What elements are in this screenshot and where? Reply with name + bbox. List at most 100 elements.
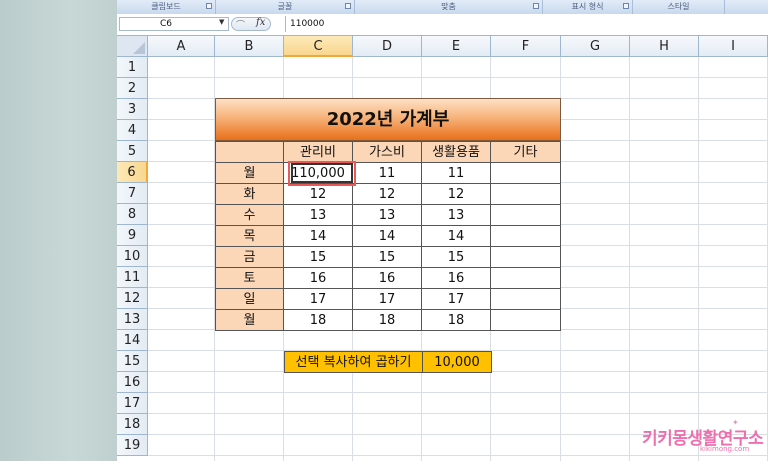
- header-cell[interactable]: 기타: [490, 141, 561, 163]
- value-cell[interactable]: 13: [421, 204, 491, 226]
- day-cell[interactable]: 금: [215, 246, 284, 268]
- dialog-launcher-icon[interactable]: [345, 3, 351, 9]
- column-header-a[interactable]: A: [148, 36, 215, 57]
- value-cell[interactable]: 15: [283, 246, 353, 268]
- value-cell[interactable]: 13: [283, 204, 353, 226]
- row-header-14[interactable]: 14: [117, 330, 148, 351]
- day-cell[interactable]: 화: [215, 183, 284, 205]
- ribbon-group-clipboard[interactable]: 클립보드: [117, 0, 216, 14]
- row-header-17[interactable]: 17: [117, 393, 148, 414]
- day-cell[interactable]: 토: [215, 267, 284, 289]
- value-cell[interactable]: 12: [421, 183, 491, 205]
- row-header-19[interactable]: 19: [117, 435, 148, 456]
- column-header-f[interactable]: F: [491, 36, 561, 57]
- ribbon-group-bar: 클립보드 글꼴 맞춤 표시 형식 스타일: [117, 0, 768, 15]
- brand-url: kikimong.com: [700, 445, 750, 453]
- row-header-15[interactable]: 15: [117, 351, 148, 372]
- table-title[interactable]: 2022년 가계부: [215, 98, 561, 141]
- header-cell[interactable]: 생활용품: [421, 141, 491, 163]
- row-header-8[interactable]: 8: [117, 204, 148, 225]
- row-header-9[interactable]: 9: [117, 225, 148, 246]
- ribbon-group-number[interactable]: 표시 형식: [543, 0, 633, 14]
- handle-grip-icon: ⌒: [236, 21, 246, 31]
- gridline: [148, 455, 768, 456]
- value-cell[interactable]: 14: [283, 225, 353, 247]
- row-header-10[interactable]: 10: [117, 246, 148, 267]
- ribbon-group-font[interactable]: 글꼴: [216, 0, 355, 14]
- day-cell[interactable]: 월: [215, 162, 284, 184]
- row-header-5[interactable]: 5: [117, 141, 148, 162]
- name-box[interactable]: C6: [119, 17, 229, 31]
- value-cell[interactable]: 14: [352, 225, 422, 247]
- value-cell[interactable]: [490, 309, 561, 331]
- column-header-g[interactable]: G: [561, 36, 630, 57]
- dialog-launcher-icon[interactable]: [533, 3, 539, 9]
- value-cell[interactable]: 13: [352, 204, 422, 226]
- ribbon-group-label: 글꼴: [277, 2, 293, 11]
- gridline: [148, 77, 768, 78]
- spreadsheet-app: 클립보드 글꼴 맞춤 표시 형식 스타일 C6 ▼ ⌒ fx 110000 A …: [117, 0, 768, 461]
- multiplier-value-cell[interactable]: 10,000: [422, 351, 492, 373]
- dialog-launcher-icon[interactable]: [206, 3, 212, 9]
- value-cell[interactable]: 18: [352, 309, 422, 331]
- name-box-dropdown-icon[interactable]: ▼: [219, 18, 224, 26]
- value-cell[interactable]: [490, 162, 561, 184]
- row-header-1[interactable]: 1: [117, 57, 148, 78]
- row-header-4[interactable]: 4: [117, 120, 148, 141]
- value-cell[interactable]: 12: [352, 183, 422, 205]
- value-cell[interactable]: 17: [421, 288, 491, 310]
- row-header-2[interactable]: 2: [117, 78, 148, 99]
- header-blank-cell[interactable]: [215, 141, 284, 163]
- left-background-strip: [0, 0, 117, 461]
- value-cell[interactable]: 18: [421, 309, 491, 331]
- value-cell[interactable]: 16: [421, 267, 491, 289]
- column-header-h[interactable]: H: [630, 36, 699, 57]
- value-cell[interactable]: 11: [352, 162, 422, 184]
- value-cell[interactable]: [490, 204, 561, 226]
- ribbon-group-label: 표시 형식: [571, 2, 604, 11]
- row-header-3[interactable]: 3: [117, 99, 148, 120]
- header-cell[interactable]: 가스비: [352, 141, 422, 163]
- header-cell[interactable]: 관리비: [283, 141, 353, 163]
- ribbon-group-label: 맞춤: [441, 2, 456, 11]
- column-header-c[interactable]: C: [284, 36, 353, 57]
- day-cell[interactable]: 일: [215, 288, 284, 310]
- value-cell[interactable]: [490, 267, 561, 289]
- select-all-corner[interactable]: [117, 36, 148, 57]
- instruction-label-cell[interactable]: 선택 복사하여 곱하기: [284, 351, 423, 373]
- value-cell[interactable]: 11: [421, 162, 491, 184]
- row-header-12[interactable]: 12: [117, 288, 148, 309]
- value-cell[interactable]: 15: [421, 246, 491, 268]
- formula-input[interactable]: 110000: [285, 16, 768, 32]
- day-cell[interactable]: 목: [215, 225, 284, 247]
- value-cell[interactable]: 16: [352, 267, 422, 289]
- column-header-b[interactable]: B: [215, 36, 284, 57]
- ribbon-group-alignment[interactable]: 맞춤: [355, 0, 543, 14]
- value-cell[interactable]: [490, 183, 561, 205]
- value-cell[interactable]: [490, 288, 561, 310]
- column-header-e[interactable]: E: [422, 36, 491, 57]
- row-header-11[interactable]: 11: [117, 267, 148, 288]
- dialog-launcher-icon[interactable]: [623, 3, 629, 9]
- value-cell[interactable]: 17: [283, 288, 353, 310]
- row-header-16[interactable]: 16: [117, 372, 148, 393]
- row-header-18[interactable]: 18: [117, 414, 148, 435]
- ribbon-group-styles[interactable]: 스타일: [633, 0, 725, 14]
- value-cell[interactable]: [490, 225, 561, 247]
- column-header-i[interactable]: I: [699, 36, 768, 57]
- value-cell[interactable]: 16: [283, 267, 353, 289]
- value-cell[interactable]: 12: [283, 183, 353, 205]
- row-header-13[interactable]: 13: [117, 309, 148, 330]
- value-cell[interactable]: 17: [352, 288, 422, 310]
- day-cell[interactable]: 월: [215, 309, 284, 331]
- column-header-d[interactable]: D: [353, 36, 422, 57]
- sparkle-icon: ✦: [732, 418, 739, 427]
- value-cell[interactable]: 15: [352, 246, 422, 268]
- row-header-7[interactable]: 7: [117, 183, 148, 204]
- insert-function-icon[interactable]: fx: [256, 17, 265, 28]
- value-cell[interactable]: 14: [421, 225, 491, 247]
- day-cell[interactable]: 수: [215, 204, 284, 226]
- row-header-6[interactable]: 6: [117, 162, 148, 183]
- value-cell[interactable]: [490, 246, 561, 268]
- value-cell[interactable]: 18: [283, 309, 353, 331]
